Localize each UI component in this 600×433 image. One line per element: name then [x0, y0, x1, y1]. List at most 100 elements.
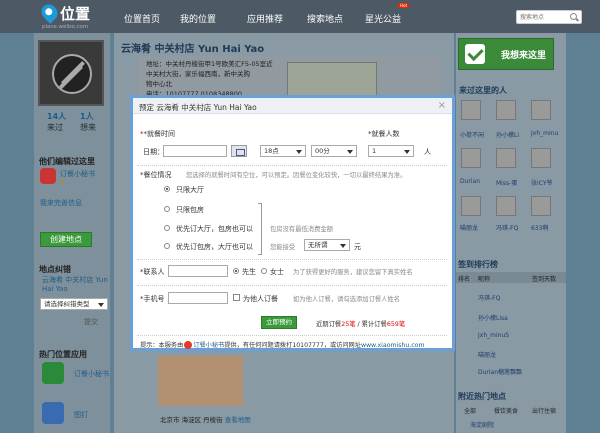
visitor-name[interactable]: 喵丽龙 — [460, 223, 478, 232]
phone-input[interactable] — [168, 292, 228, 304]
book-now-button[interactable]: 立即预约 — [261, 316, 297, 329]
rank-header-name: 昵称 — [478, 276, 491, 283]
nav-app-recommend[interactable]: 应用推荐 — [247, 12, 283, 25]
camera-app-icon[interactable] — [42, 402, 64, 424]
nav-my-places[interactable]: 我的位置 — [180, 12, 216, 25]
logo-subtitle: place.weibo.com — [42, 24, 89, 30]
correction-title: 地点纠错 — [39, 265, 71, 274]
other-checkbox[interactable] — [233, 294, 240, 301]
nearby-tab-food[interactable]: 餐饮美食 — [494, 406, 518, 415]
editors-title: 他们编辑过这里 — [39, 157, 95, 166]
xiaomishu-link[interactable]: 订餐小秘书 — [193, 342, 224, 349]
search-box — [516, 10, 582, 24]
option-hall-first[interactable]: 优先订大厅，包房也可以 — [176, 224, 253, 234]
correction-shop-link[interactable]: 云海肴 中关村店 Yun Hai Yao — [42, 276, 112, 294]
place-avatar — [38, 40, 104, 106]
minute-select[interactable]: 00分 — [311, 145, 357, 157]
stat-visited-count[interactable]: 14人 — [47, 111, 66, 122]
create-place-button[interactable]: 创建地点 — [40, 232, 92, 247]
correction-type-select[interactable]: 请选择纠错类型 — [40, 298, 108, 310]
stat-want-count[interactable]: 1人 — [80, 111, 94, 122]
visitor-name[interactable]: Miss-蛋 — [496, 178, 517, 187]
radio-hall-first[interactable] — [164, 225, 170, 231]
dialog-title: 预定 云海肴 中关村店 Yun Hai Yao — [139, 103, 257, 112]
date-input[interactable] — [163, 145, 227, 157]
bottom-location: 北京市 海淀区 丹棱街 查看地图 — [160, 416, 251, 424]
close-icon[interactable]: × — [438, 100, 446, 111]
visitor-avatar[interactable] — [531, 196, 551, 216]
map-thumbnail[interactable] — [287, 62, 377, 96]
editor-avatar[interactable] — [40, 168, 56, 184]
divider — [137, 285, 447, 286]
visitor-avatar[interactable] — [461, 100, 481, 120]
app-tuding-link[interactable]: 图钉 — [74, 410, 88, 420]
location-pin-icon — [38, 1, 61, 24]
radio-mr[interactable] — [233, 268, 239, 274]
visitor-avatar[interactable] — [496, 148, 516, 168]
people-unit: 人 — [424, 148, 431, 156]
search-input[interactable] — [517, 11, 563, 23]
dialog-footer: 提示：本服务由 订餐小秘书提供，有任何问题请拨打10107777，或访问网址www… — [140, 341, 425, 349]
divider — [137, 335, 447, 336]
visitor-avatar[interactable] — [496, 100, 516, 120]
visitor-avatar[interactable] — [461, 196, 481, 216]
visitor-name[interactable]: 冯琪-FQ — [496, 223, 518, 232]
visitor-avatar[interactable] — [496, 196, 516, 216]
app-dining-link[interactable]: 订餐小秘书 — [74, 369, 109, 379]
search-icon[interactable] — [570, 13, 577, 20]
gender-ms[interactable]: 女士 — [270, 267, 284, 277]
room-accept-label: 您能接受 — [270, 244, 296, 251]
contact-input[interactable] — [168, 265, 228, 277]
xiaomishu-url[interactable]: www.xiaomishu.com — [361, 342, 425, 349]
visitor-name[interactable]: 小荷不闲 — [460, 130, 484, 139]
nearby-title: 附近热门地点 — [458, 392, 506, 401]
improve-info-link[interactable]: 我来完善信息 — [40, 198, 82, 208]
visitors-title: 来过这里的人 — [459, 86, 507, 95]
room-min-select[interactable]: 无所谓 — [304, 239, 350, 251]
hot-badge: Hot — [398, 3, 410, 8]
visitor-name[interactable]: 张ICY爷 — [531, 178, 553, 187]
view-map-link[interactable]: 查看地图 — [225, 416, 251, 424]
radio-hall-only[interactable] — [164, 186, 170, 192]
rank-row-name[interactable]: Durian榴莲飘飘 — [478, 367, 522, 376]
calendar-icon[interactable] — [231, 145, 247, 157]
rank-row-name[interactable]: 喵丽龙 — [478, 350, 496, 359]
seat-status-hint: 您选择的就餐时间有空位，可以预定。因餐位变化较快，一切以最终结果为准。 — [186, 172, 407, 179]
dining-time-label: **就餐时间 — [140, 130, 175, 138]
nav-home[interactable]: 位置首页 — [124, 12, 160, 25]
radio-room-only[interactable] — [164, 206, 170, 212]
rank-row-name[interactable]: Jxh_minuS — [478, 332, 509, 339]
xiaomishu-icon — [184, 341, 193, 349]
radio-room-first[interactable] — [164, 243, 170, 249]
visitor-name[interactable]: Jxh_minu — [531, 130, 558, 137]
nearby-place-link[interactable]: 海淀剧院 — [470, 420, 494, 429]
visitor-name[interactable]: 633啊 — [531, 223, 548, 232]
nav-search-places[interactable]: 搜索地点 — [307, 12, 343, 25]
dining-app-icon[interactable] — [42, 362, 64, 384]
correction-submit-button[interactable]: 提交 — [84, 317, 98, 327]
visitor-avatar[interactable] — [461, 148, 481, 168]
phone-label: *手机号 — [140, 295, 165, 303]
booking-dialog: 预定 云海肴 中关村店 Yun Hai Yao × — [130, 95, 455, 351]
visitor-avatar[interactable] — [531, 100, 551, 120]
contact-label: *联系人 — [140, 268, 165, 276]
editor-name-link[interactable]: 订餐小秘书 — [60, 169, 95, 179]
radio-ms[interactable] — [261, 268, 267, 274]
rank-row-name[interactable]: 冯琪-FQ — [478, 293, 500, 302]
option-hall-only[interactable]: 只限大厅 — [176, 185, 204, 195]
nav-charity[interactable]: 星光公益 — [365, 12, 401, 25]
hour-select[interactable]: 18点 — [260, 145, 306, 157]
visitor-name[interactable]: Durian — [460, 178, 480, 185]
option-room-first[interactable]: 优先订包房，大厅也可以 — [176, 242, 253, 252]
nearby-tab-hotel[interactable]: 出行住宿 — [532, 406, 556, 415]
visitor-name[interactable]: 孙小檬Li — [496, 130, 519, 139]
gender-mr[interactable]: 先生 — [242, 267, 256, 277]
rank-row-name[interactable]: 孙小檬Lisa — [478, 313, 508, 322]
people-select[interactable]: 1 — [368, 145, 414, 157]
option-room-only[interactable]: 只限包房 — [176, 205, 204, 215]
want-to-come-button[interactable]: 我想来这里 — [458, 38, 554, 70]
visitor-avatar[interactable] — [531, 148, 551, 168]
other-checkbox-label[interactable]: 为他人订餐 — [243, 294, 278, 304]
nearby-tab-all[interactable]: 全部 — [464, 406, 476, 415]
food-photo[interactable] — [158, 356, 243, 406]
